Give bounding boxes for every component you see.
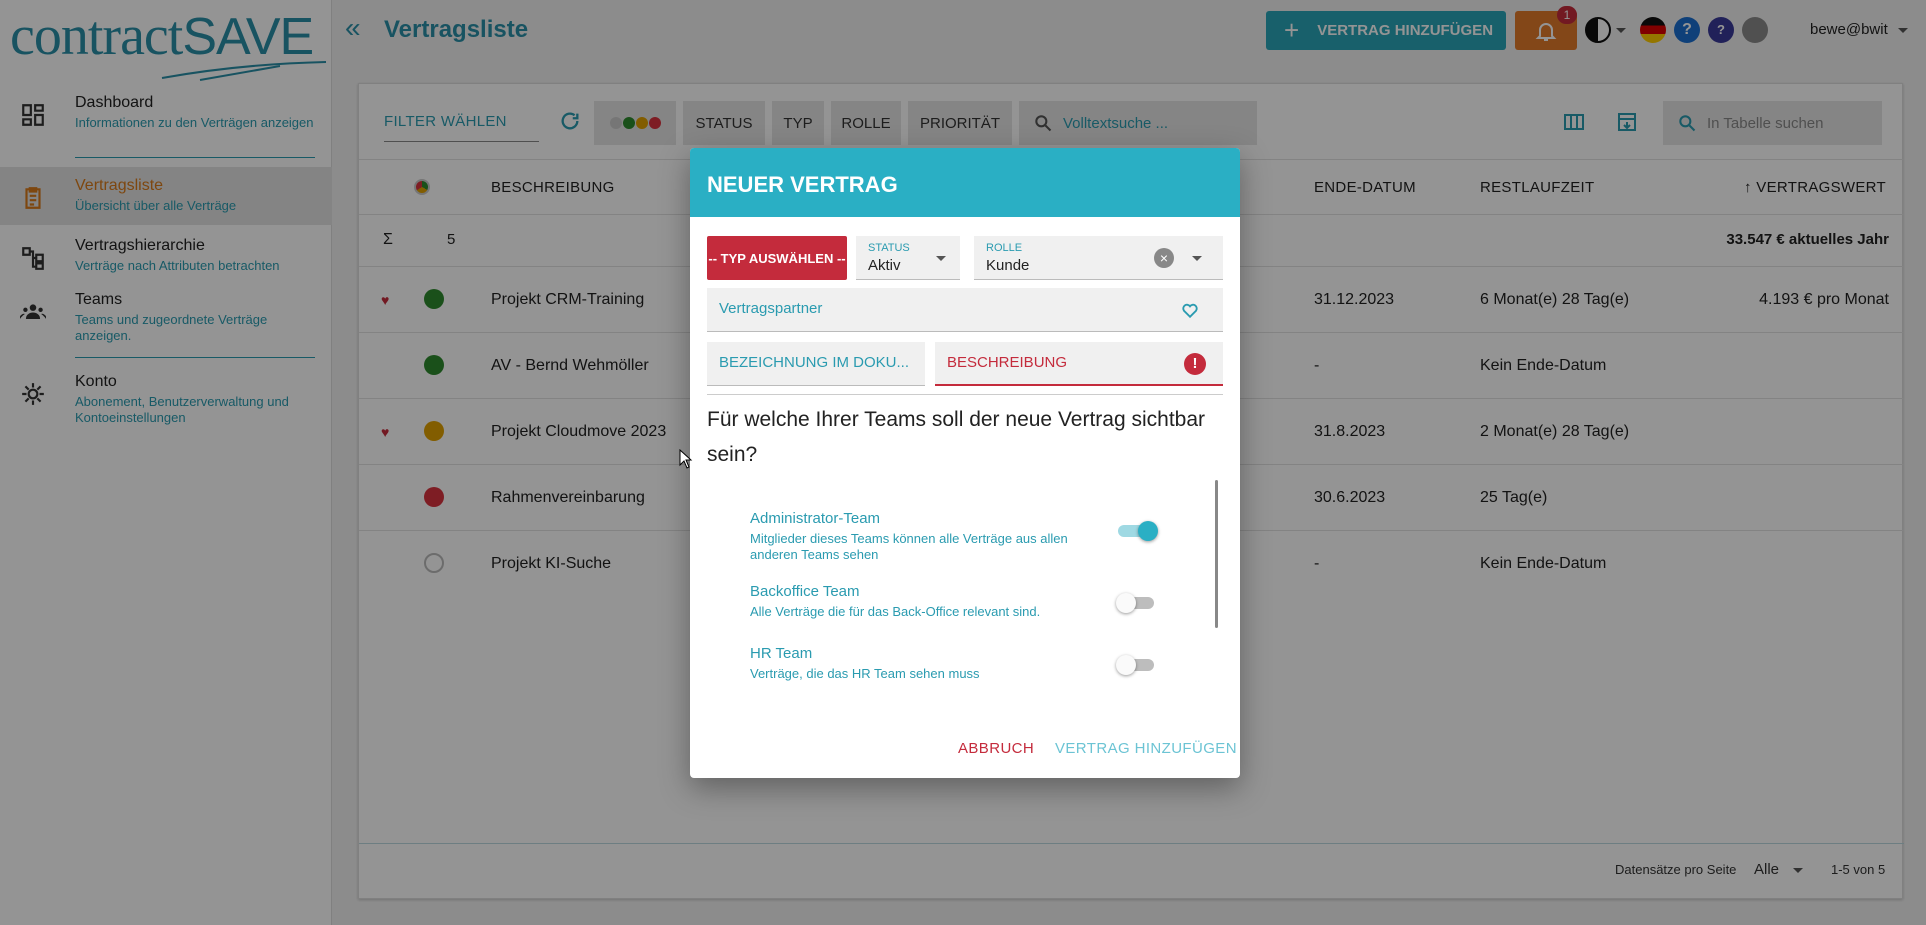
team-toggle-hr[interactable] bbox=[1116, 655, 1156, 675]
new-contract-dialog: NEUER VERTRAG -- TYP AUSWÄHLEN -- STATUS… bbox=[690, 148, 1240, 778]
contract-partner-placeholder: Vertragspartner bbox=[719, 300, 823, 317]
select-type-button[interactable]: -- TYP AUSWÄHLEN -- bbox=[707, 236, 847, 280]
description-placeholder: BESCHREIBUNG bbox=[947, 354, 1068, 371]
cancel-button[interactable]: ABBRUCH bbox=[958, 740, 1034, 757]
team-item-administrator: Administrator-Team Mitglieder dieses Tea… bbox=[750, 510, 1110, 563]
document-label-field[interactable]: BEZEICHNUNG IM DOKU... bbox=[707, 342, 925, 386]
teams-scrollbar[interactable] bbox=[1215, 480, 1218, 628]
submit-contract-button[interactable]: VERTRAG HINZUFÜGEN bbox=[1055, 740, 1237, 757]
team-name: HR Team bbox=[750, 645, 813, 662]
team-description: Alle Verträge die für das Back-Office re… bbox=[750, 604, 1041, 619]
team-toggle-backoffice[interactable] bbox=[1116, 593, 1156, 613]
role-select-value: Kunde bbox=[986, 257, 1030, 274]
chevron-down-icon bbox=[936, 256, 946, 261]
role-select-label: ROLLE bbox=[986, 242, 1023, 254]
team-item-backoffice: Backoffice Team Alle Verträge die für da… bbox=[750, 583, 1110, 620]
role-select[interactable]: ROLLE Kunde × bbox=[974, 236, 1223, 280]
teams-question: Für welche Ihrer Teams soll der neue Ver… bbox=[707, 408, 1206, 466]
team-name: Backoffice Team bbox=[750, 583, 860, 600]
description-field[interactable]: BESCHREIBUNG ! bbox=[935, 342, 1223, 386]
team-toggle-administrator[interactable] bbox=[1116, 521, 1158, 541]
dialog-title: NEUER VERTRAG bbox=[707, 172, 898, 197]
team-description: Mitglieder dieses Teams können alle Vert… bbox=[750, 531, 1068, 562]
team-name: Administrator-Team bbox=[750, 510, 881, 527]
document-label-placeholder: BEZEICHNUNG IM DOKU... bbox=[719, 354, 910, 371]
status-select-value: Aktiv bbox=[868, 257, 901, 274]
contract-partner-field[interactable]: Vertragspartner bbox=[707, 288, 1223, 332]
clear-icon[interactable]: × bbox=[1154, 248, 1174, 268]
status-select-label: STATUS bbox=[868, 242, 910, 254]
dialog-header: NEUER VERTRAG bbox=[690, 148, 1240, 217]
team-item-hr: HR Team Verträge, die das HR Team sehen … bbox=[750, 645, 1110, 682]
status-select[interactable]: STATUS Aktiv bbox=[856, 236, 960, 280]
heart-outline-icon[interactable] bbox=[1181, 301, 1199, 319]
dialog-divider bbox=[707, 394, 1223, 395]
team-description: Verträge, die das HR Team sehen muss bbox=[750, 666, 980, 681]
chevron-down-icon bbox=[1192, 256, 1202, 261]
error-icon: ! bbox=[1184, 353, 1206, 375]
mouse-cursor-icon bbox=[679, 449, 693, 469]
